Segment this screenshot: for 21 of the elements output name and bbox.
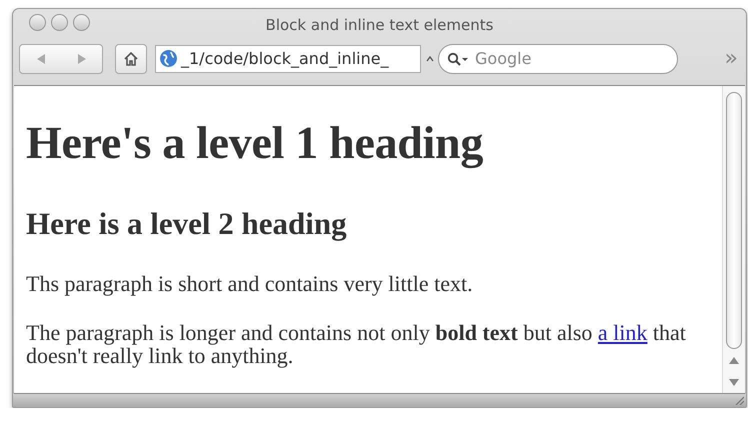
- home-button[interactable]: [115, 44, 147, 74]
- minimize-button[interactable]: [51, 14, 68, 32]
- close-button[interactable]: [29, 14, 46, 32]
- back-icon: [36, 54, 44, 64]
- search-icon: [447, 52, 469, 67]
- page-subheading: Here is a level 2 heading: [26, 206, 348, 242]
- caret-icon[interactable]: [426, 54, 434, 63]
- address-field[interactable]: _1/code/block_and_inline_: [155, 44, 421, 73]
- zoom-button[interactable]: [73, 14, 90, 32]
- paragraph: The paragraph is longer and contains not only bold text but also a link that doesn't really link to anything.: [26, 321, 687, 368]
- back-forward-buttons[interactable]: [19, 44, 103, 74]
- page-heading: Here's a level 1 heading: [26, 116, 484, 170]
- text-link[interactable]: a link: [598, 320, 648, 346]
- home-icon: [123, 50, 139, 67]
- forward-icon: [78, 54, 86, 64]
- paragraph: Ths paragraph is short and contains very little text.: [26, 272, 474, 296]
- search-field[interactable]: Google: [438, 44, 678, 74]
- window-title: Block and inline text elements: [266, 16, 494, 34]
- scrollbar[interactable]: [722, 86, 745, 394]
- resize-grip-icon[interactable]: [734, 395, 744, 405]
- globe-icon: [159, 49, 178, 68]
